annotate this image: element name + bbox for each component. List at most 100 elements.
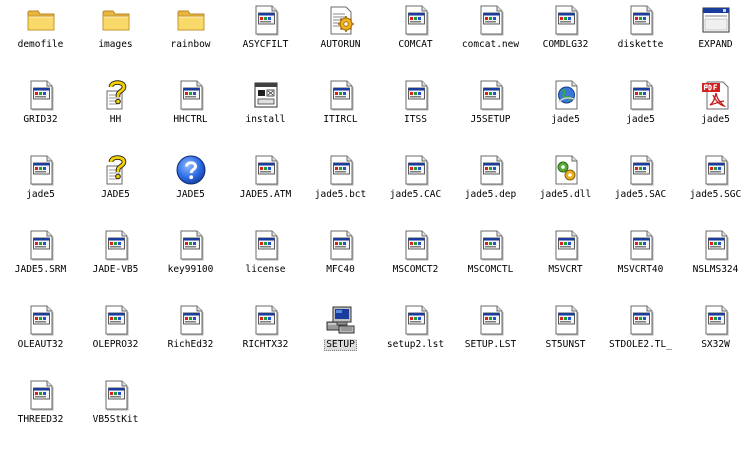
file-label: RichEd32	[149, 339, 232, 351]
file-name: J5SETUP	[470, 114, 511, 125]
file-label: ASYCFILT	[224, 39, 307, 51]
file-item[interactable]: MSVCRT	[528, 225, 603, 300]
file-name: license	[245, 264, 286, 275]
file-name: jade5.dll	[539, 189, 592, 200]
file-item[interactable]: STDOLE2.TL_	[603, 300, 678, 375]
file-label: jade5.SGC	[674, 189, 747, 201]
file-item[interactable]: ASYCFILT	[228, 0, 303, 75]
file-icon	[25, 229, 57, 261]
file-item[interactable]: THREED32	[3, 375, 78, 450]
file-icon	[25, 304, 57, 336]
file-name: NSLMS324	[692, 264, 739, 275]
file-name: JADE5.SRM	[14, 264, 67, 275]
file-item[interactable]: COMCAT	[378, 0, 453, 75]
file-icon	[325, 229, 357, 261]
file-name: SETUP.LST	[464, 339, 517, 350]
file-item[interactable]: VB5StKit	[78, 375, 153, 450]
file-item[interactable]: ITIRCL	[303, 75, 378, 150]
file-item[interactable]: JADE5	[153, 150, 228, 225]
file-item[interactable]: MSCOMCT2	[378, 225, 453, 300]
file-name: comcat.new	[461, 39, 520, 50]
file-label: install	[224, 114, 307, 126]
file-item[interactable]: jade5	[678, 75, 747, 150]
file-item[interactable]: NSLMS324	[678, 225, 747, 300]
file-item[interactable]: RichEd32	[153, 300, 228, 375]
file-label: license	[224, 264, 307, 276]
file-name: GRID32	[23, 114, 58, 125]
file-label: JADE-VB5	[74, 264, 157, 276]
file-label: images	[74, 39, 157, 51]
file-name: MSVCRT	[548, 264, 583, 275]
file-icon	[100, 379, 132, 411]
file-item[interactable]: COMDLG32	[528, 0, 603, 75]
file-name: EXPAND	[698, 39, 733, 50]
dll-icon	[550, 154, 582, 186]
file-item[interactable]: ITSS	[378, 75, 453, 150]
file-icon	[700, 229, 732, 261]
file-item[interactable]: images	[78, 0, 153, 75]
file-label: jade5.dll	[524, 189, 607, 201]
file-item[interactable]: AUTORUN	[303, 0, 378, 75]
file-item[interactable]: SX32W	[678, 300, 747, 375]
file-icon	[400, 229, 432, 261]
file-item[interactable]: HH	[78, 75, 153, 150]
file-item[interactable]: OLEAUT32	[3, 300, 78, 375]
file-item[interactable]: jade5	[603, 75, 678, 150]
file-name: jade5.SAC	[614, 189, 667, 200]
file-name: rainbow	[170, 39, 211, 50]
file-item[interactable]: comcat.new	[453, 0, 528, 75]
file-item[interactable]: GRID32	[3, 75, 78, 150]
file-item[interactable]: key99100	[153, 225, 228, 300]
file-item[interactable]: jade5	[528, 75, 603, 150]
file-label: SETUP.LST	[449, 339, 532, 351]
file-item[interactable]: RICHTX32	[228, 300, 303, 375]
file-item[interactable]: SETUP.LST	[453, 300, 528, 375]
file-item[interactable]: ST5UNST	[528, 300, 603, 375]
file-name: jade5	[626, 114, 655, 125]
file-item[interactable]: demofile	[3, 0, 78, 75]
file-name: jade5.dep	[464, 189, 517, 200]
file-item[interactable]: jade5.SGC	[678, 150, 747, 225]
file-name: setup2.lst	[386, 339, 445, 350]
file-item[interactable]: MSVCRT40	[603, 225, 678, 300]
file-item[interactable]: JADE-VB5	[78, 225, 153, 300]
file-item[interactable]: HHCTRL	[153, 75, 228, 150]
file-item[interactable]: install	[228, 75, 303, 150]
file-item[interactable]: EXPAND	[678, 0, 747, 75]
file-item[interactable]: MFC40	[303, 225, 378, 300]
file-item[interactable]: diskette	[603, 0, 678, 75]
file-item[interactable]: rainbow	[153, 0, 228, 75]
file-item[interactable]: OLEPRO32	[78, 300, 153, 375]
file-item[interactable]: JADE5	[78, 150, 153, 225]
folder-icon	[25, 4, 57, 36]
file-item[interactable]: JADE5.SRM	[3, 225, 78, 300]
file-icon	[100, 304, 132, 336]
file-name: MFC40	[326, 264, 355, 275]
file-item[interactable]: JADE5.ATM	[228, 150, 303, 225]
file-icon	[475, 79, 507, 111]
file-name: JADE5	[176, 189, 205, 200]
file-item[interactable]: jade5.dep	[453, 150, 528, 225]
file-item[interactable]: jade5.dll	[528, 150, 603, 225]
file-label: OLEAUT32	[0, 339, 82, 351]
file-item[interactable]: jade5.bct	[303, 150, 378, 225]
file-icon	[400, 4, 432, 36]
file-label: diskette	[599, 39, 682, 51]
web-file-icon	[550, 79, 582, 111]
file-item[interactable]: MSCOMCTL	[453, 225, 528, 300]
file-label: demofile	[0, 39, 82, 51]
file-name: demofile	[17, 39, 64, 50]
file-item[interactable]: jade5.CAC	[378, 150, 453, 225]
file-item[interactable]: jade5	[3, 150, 78, 225]
file-label: AUTORUN	[299, 39, 382, 51]
file-item[interactable]: setup2.lst	[378, 300, 453, 375]
file-label: NSLMS324	[674, 264, 747, 276]
file-name: MSCOMCT2	[392, 264, 439, 275]
file-item[interactable]: SETUP	[303, 300, 378, 375]
file-label: jade5	[0, 189, 82, 201]
file-item[interactable]: jade5.SAC	[603, 150, 678, 225]
file-item[interactable]: license	[228, 225, 303, 300]
file-label: HHCTRL	[149, 114, 232, 126]
file-label: comcat.new	[449, 39, 532, 51]
file-item[interactable]: J5SETUP	[453, 75, 528, 150]
